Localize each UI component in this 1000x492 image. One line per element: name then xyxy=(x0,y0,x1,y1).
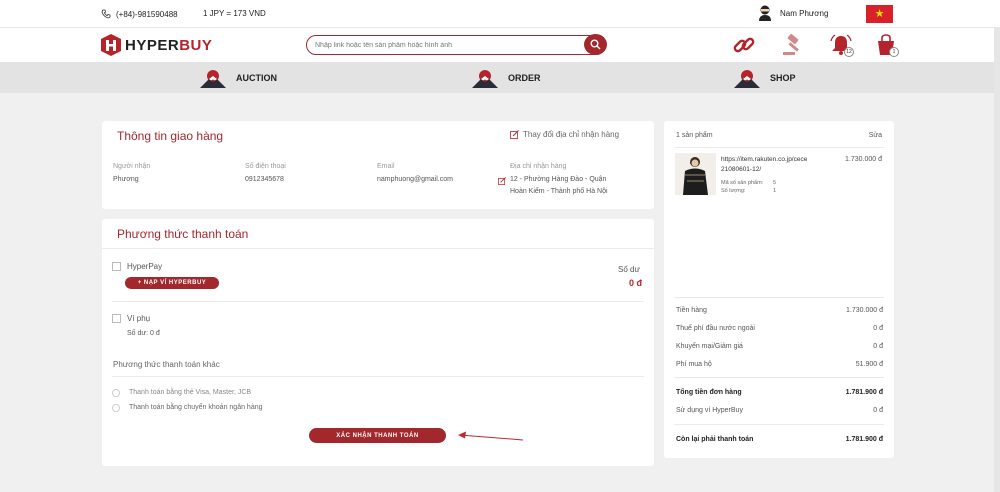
email-label: Email xyxy=(377,163,395,170)
product-thumbnail[interactable] xyxy=(675,153,716,195)
remaining-value: 1.781.900 đ xyxy=(845,436,883,443)
other-methods-title: Phương thức thanh toán khác xyxy=(113,360,220,369)
product-link-line-2: 21080601-12/ xyxy=(721,166,762,173)
divider xyxy=(674,377,884,378)
hyperpay-checkbox[interactable] xyxy=(112,262,121,271)
card-payment-label: Thanh toán bằng thẻ Visa, Master, JCB xyxy=(129,389,252,396)
arrow-annotation-icon xyxy=(458,431,524,441)
nav-order-label: ORDER xyxy=(508,72,541,83)
product-count: 1 sản phẩm xyxy=(676,132,713,139)
divider xyxy=(674,297,884,298)
nav-shop[interactable]: SHOP xyxy=(734,62,796,93)
divider xyxy=(674,147,884,148)
divider xyxy=(674,424,884,425)
quantity-label: Số lượng: xyxy=(721,188,746,194)
header: HYPERBUY 12 xyxy=(0,28,1000,62)
notification-bell-icon[interactable]: 12 xyxy=(829,33,854,57)
edit-cart-link[interactable]: Sửa xyxy=(869,132,882,139)
phone-icon xyxy=(101,9,111,19)
search-icon xyxy=(590,39,601,50)
sub-wallet-balance: Số dư: 0 đ xyxy=(127,330,160,337)
nav-auction[interactable]: AUCTION xyxy=(200,62,277,93)
total-value: 1.781.900 đ xyxy=(845,389,883,396)
divider xyxy=(112,301,644,302)
cart-badge: 1 xyxy=(889,47,899,57)
avatar xyxy=(758,5,772,21)
nav-order[interactable]: ORDER xyxy=(472,62,541,93)
search-input[interactable] xyxy=(315,39,575,51)
recipient-value: Phương xyxy=(113,176,139,183)
remaining-label: Còn lại phải thanh toán xyxy=(676,436,754,443)
sub-wallet-checkbox[interactable] xyxy=(112,314,121,323)
shipping-info-card: Thông tin giao hàng Thay đổi địa chỉ nhậ… xyxy=(102,121,654,209)
email-value: namphuong@gmail.com xyxy=(377,176,453,183)
phone-value: 0912345678 xyxy=(245,176,284,183)
phone-label: Số điện thoại xyxy=(245,163,286,170)
product-link-line-1: https://item.rakuten.co.jp/cece xyxy=(721,156,808,163)
product-price: 1.730.000 đ xyxy=(845,156,882,163)
card-payment-radio[interactable] xyxy=(112,389,120,397)
flag-star: ★ xyxy=(874,7,885,20)
product-code-value: 5 xyxy=(773,180,777,186)
hyperbuy-logo-icon xyxy=(101,34,121,56)
mountain-sun-icon xyxy=(472,69,498,88)
total-label: Tổng tiền đơn hàng xyxy=(676,389,742,396)
address-label: Địa chỉ nhận hàng xyxy=(510,163,567,170)
divider xyxy=(112,376,644,377)
address-line-1: 12 - Phường Hàng Đào - Quận xyxy=(510,176,607,183)
hyperpay-label: HyperPay xyxy=(127,262,163,271)
payment-title: Phương thức thanh toán xyxy=(117,227,249,241)
logo[interactable]: HYPERBUY xyxy=(101,34,212,56)
topup-wallet-button[interactable]: + NẠP VÍ HYPERBUY xyxy=(125,277,219,289)
hotline-number: (+84)-981590488 xyxy=(116,9,178,19)
shipping-title: Thông tin giao hàng xyxy=(117,129,224,143)
product-code-label: Mã số sản phẩm: xyxy=(721,180,764,186)
payment-method-card: Phương thức thanh toán HyperPay + NẠP VÍ… xyxy=(102,219,654,466)
link-icon[interactable] xyxy=(732,33,756,57)
balance-value: 0 đ xyxy=(629,278,643,288)
top-bar: (+84)-981590488 1 JPY = 173 VND Nam Phươ… xyxy=(0,0,1000,28)
bank-transfer-label: Thanh toán bằng chuyển khoản ngân hàng xyxy=(129,404,263,411)
change-address-link[interactable]: Thay đổi địa chỉ nhận hàng xyxy=(510,130,619,139)
nav-auction-label: AUCTION xyxy=(236,72,277,83)
edit-address-icon[interactable] xyxy=(498,177,506,185)
main-nav: AUCTION ORDER SHOP xyxy=(0,62,1000,93)
product-link[interactable]: https://item.rakuten.co.jp/cece 21080601… xyxy=(721,155,807,175)
user-name: Nam Phương xyxy=(780,8,829,18)
wallet-value: 0 đ xyxy=(873,407,883,414)
change-address-label: Thay đổi địa chỉ nhận hàng xyxy=(523,130,620,139)
cart-icon[interactable]: 1 xyxy=(874,33,899,57)
search-bar xyxy=(306,34,607,55)
hotline[interactable]: (+84)-981590488 xyxy=(101,9,178,19)
nav-shop-label: SHOP xyxy=(770,72,796,83)
scrollbar[interactable] xyxy=(994,28,1000,492)
vietnam-flag-icon[interactable]: ★ xyxy=(866,5,893,23)
logo-text: HYPERBUY xyxy=(125,36,213,54)
search-button[interactable] xyxy=(584,34,607,55)
mountain-sun-icon xyxy=(200,69,226,88)
wallet-label: Sử dụng ví HyperBuy xyxy=(676,407,743,414)
sub-wallet-label: Ví phụ xyxy=(127,314,151,323)
user-menu[interactable]: Nam Phương xyxy=(758,5,828,21)
notification-badge: 12 xyxy=(844,47,854,57)
confirm-payment-button[interactable]: XÁC NHẬN THANH TOÁN xyxy=(309,428,446,443)
auction-gavel-icon[interactable] xyxy=(781,33,805,57)
quantity-value: 1 xyxy=(773,188,777,194)
edit-icon xyxy=(510,130,519,139)
exchange-rate: 1 JPY = 173 VND xyxy=(203,9,266,18)
recipient-label: Người nhận xyxy=(113,163,151,170)
balance-label: Số dư xyxy=(618,265,640,274)
mountain-sun-icon xyxy=(734,69,760,88)
divider xyxy=(102,248,654,249)
bank-transfer-radio[interactable] xyxy=(112,404,120,412)
address-line-2: Hoàn Kiếm - Thành phố Hà Nội xyxy=(510,188,608,195)
